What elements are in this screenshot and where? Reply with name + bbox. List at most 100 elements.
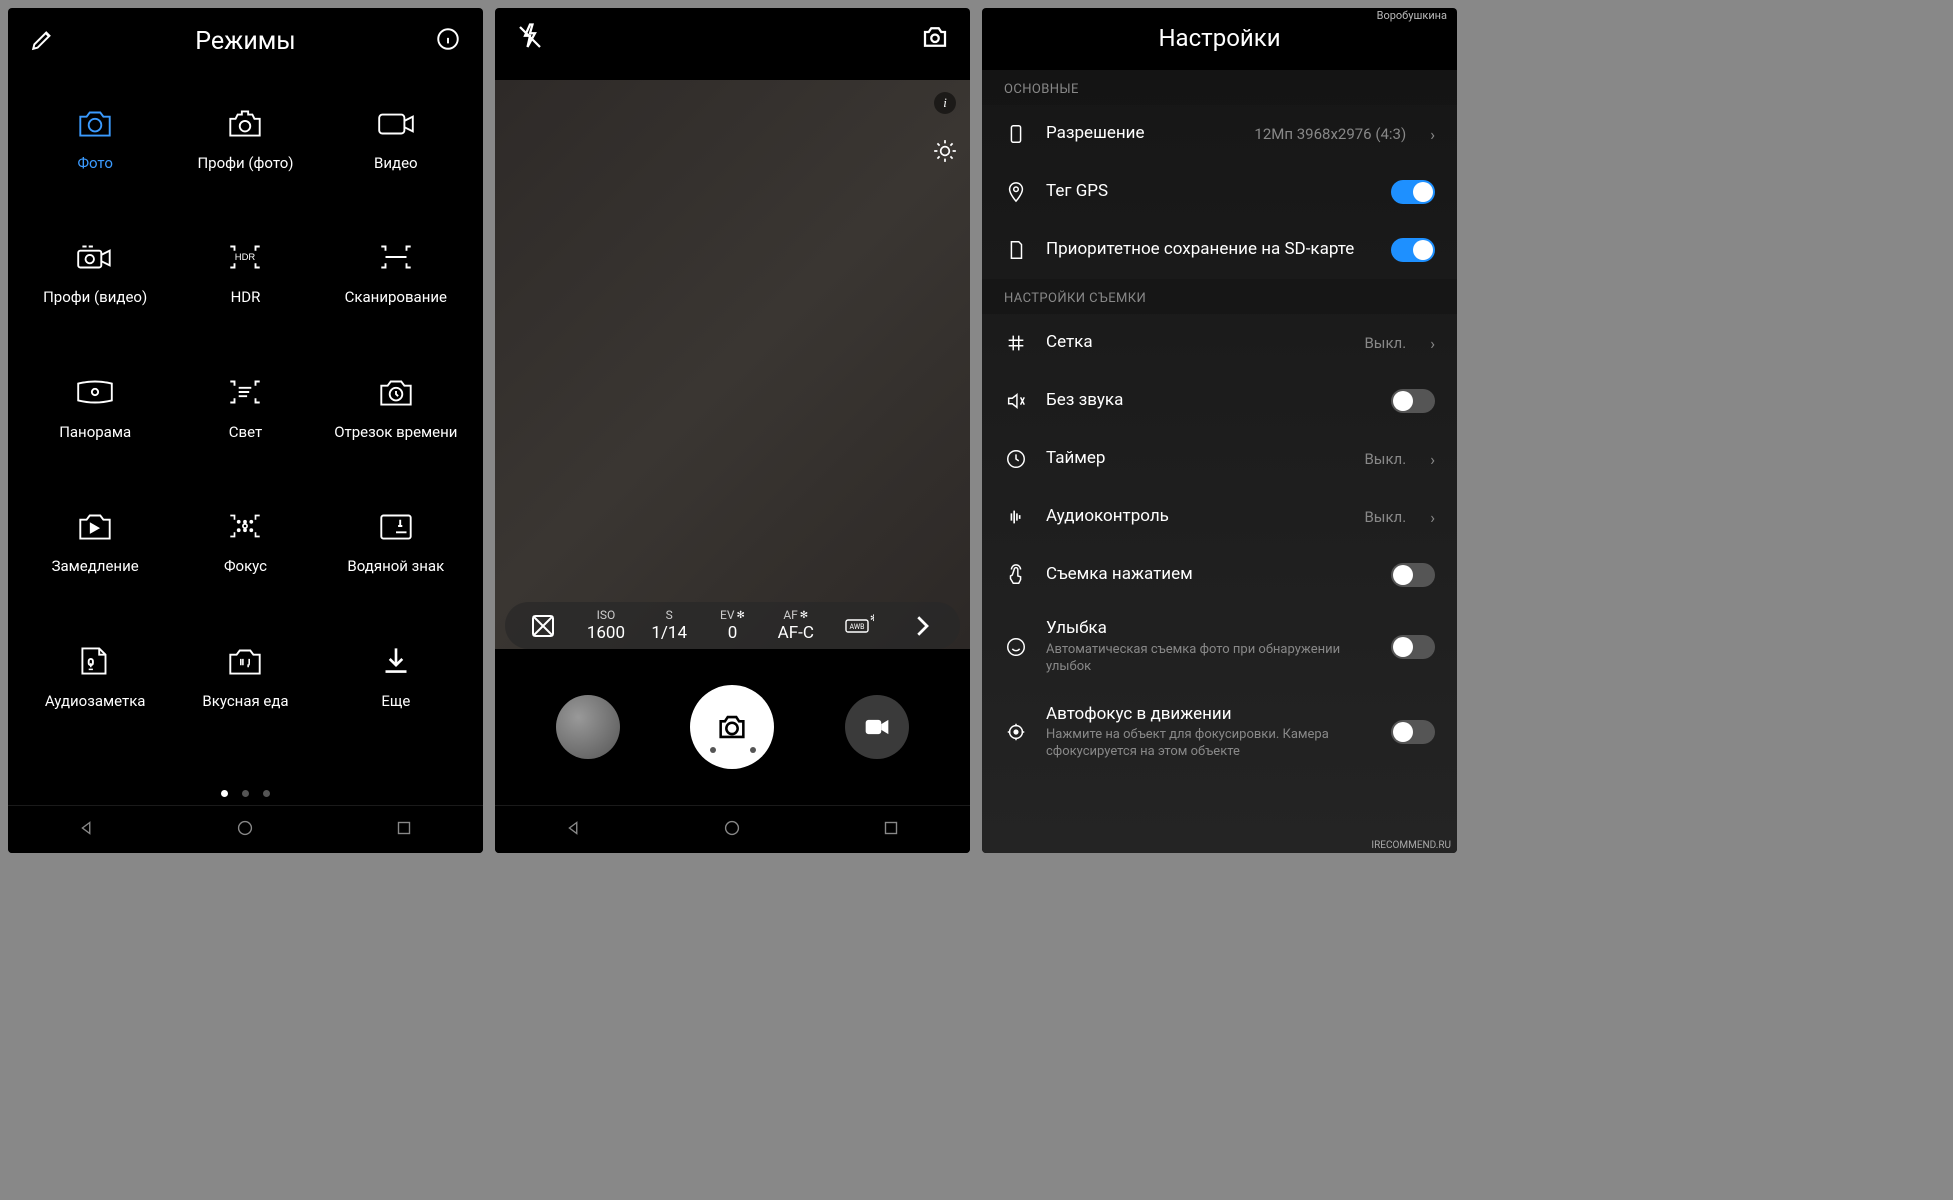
audionote-icon: [74, 642, 116, 680]
mode-pro-video[interactable]: Профи (видео): [24, 236, 166, 352]
watermark-top: Воробушкина: [1373, 8, 1451, 23]
mode-light[interactable]: Свет: [174, 371, 316, 487]
row-gps[interactable]: Тег GPS: [982, 163, 1457, 221]
video-button[interactable]: [845, 695, 909, 759]
nav-home-icon[interactable]: [234, 817, 256, 843]
camera-icon: [74, 104, 116, 142]
row-audio[interactable]: Аудиоконтроль Выкл.›: [982, 488, 1457, 546]
resolution-icon: [1004, 123, 1028, 145]
camera-screen: i ISO1600 S1/14 EV✻0 AF✻AF-C AWB✻ Профи …: [495, 8, 970, 853]
panorama-icon: [74, 373, 116, 411]
settings-screen: Воробушкина Настройки ОСНОВНЫЕ Разрешени…: [982, 8, 1457, 853]
modes-screen: Режимы Фото Профи (фото) Видео Профи (ви…: [8, 8, 483, 853]
mode-timelapse[interactable]: Отрезок времени: [325, 371, 467, 487]
hdr-icon: HDR: [224, 238, 266, 276]
flash-off-icon[interactable]: [515, 22, 545, 56]
video-icon: [375, 104, 417, 142]
mode-scan[interactable]: Сканирование: [325, 236, 467, 352]
mode-pro-photo[interactable]: Профи (фото): [174, 102, 316, 218]
info-badge[interactable]: i: [934, 92, 956, 114]
navbar: [8, 805, 483, 853]
mode-focus[interactable]: Фокус: [174, 505, 316, 621]
chevron-right-icon: ›: [1430, 125, 1435, 144]
section-main: ОСНОВНЫЕ: [982, 70, 1457, 105]
mode-video[interactable]: Видео: [325, 102, 467, 218]
row-sd[interactable]: Приоритетное сохранение на SD-карте: [982, 221, 1457, 279]
sd-icon: [1004, 239, 1028, 261]
mute-icon: [1004, 390, 1028, 412]
toggle-gps[interactable]: [1391, 180, 1435, 204]
switch-camera-icon[interactable]: [920, 22, 950, 56]
pro-iso[interactable]: ISO1600: [578, 608, 633, 643]
download-icon: [375, 642, 417, 680]
row-silent[interactable]: Без звука: [982, 372, 1457, 430]
timelapse-icon: [375, 373, 417, 411]
pro-video-icon: [74, 238, 116, 276]
row-tap[interactable]: Съемка нажатием: [982, 546, 1457, 604]
nav-recent-icon[interactable]: [393, 817, 415, 843]
toggle-tap[interactable]: [1391, 563, 1435, 587]
row-timer[interactable]: Таймер Выкл.›: [982, 430, 1457, 488]
tap-icon: [1004, 564, 1028, 586]
mode-hdr[interactable]: HDRHDR: [174, 236, 316, 352]
modes-title: Режимы: [56, 27, 435, 56]
edit-icon[interactable]: [30, 26, 56, 56]
info-icon[interactable]: [435, 26, 461, 56]
pro-more[interactable]: [895, 611, 950, 641]
pro-controls: ISO1600 S1/14 EV✻0 AF✻AF-C AWB✻: [505, 602, 960, 649]
toggle-smile[interactable]: [1391, 635, 1435, 659]
pro-ev[interactable]: EV✻0: [705, 608, 760, 643]
gallery-thumb[interactable]: [556, 695, 620, 759]
pro-shutter[interactable]: S1/14: [642, 608, 697, 643]
grid-icon: [1004, 332, 1028, 354]
mode-watermark[interactable]: Водяной знак: [325, 505, 467, 621]
toggle-sd[interactable]: [1391, 238, 1435, 262]
nav-back-icon[interactable]: [563, 817, 585, 843]
section-shoot: НАСТРОЙКИ СЪЕМКИ: [982, 279, 1457, 314]
mode-audionote[interactable]: Аудиозаметка: [24, 640, 166, 756]
watermark-bottom: IRECOMMEND.RU: [1371, 840, 1451, 851]
row-smile[interactable]: УлыбкаАвтоматическая съемка фото при обн…: [982, 604, 1457, 690]
settings-list[interactable]: ОСНОВНЫЕ Разрешение 12Мп 3968x2976 (4:3)…: [982, 70, 1457, 853]
camera-topbar: [495, 8, 970, 70]
mode-slowmo[interactable]: Замедление: [24, 505, 166, 621]
svg-text:✻: ✻: [870, 614, 874, 624]
location-icon: [1004, 181, 1028, 203]
nav-home-icon[interactable]: [721, 817, 743, 843]
row-grid[interactable]: Сетка Выкл.›: [982, 314, 1457, 372]
audio-icon: [1004, 506, 1028, 528]
meter-mode[interactable]: [515, 611, 570, 641]
food-icon: [224, 642, 266, 680]
scan-icon: [375, 238, 417, 276]
pro-af[interactable]: AF✻AF-C: [768, 608, 823, 643]
nav-recent-icon[interactable]: [880, 817, 902, 843]
page-dots: [8, 784, 483, 805]
chevron-right-icon: ›: [1430, 334, 1435, 353]
toggle-silent[interactable]: [1391, 389, 1435, 413]
svg-text:HDR: HDR: [235, 253, 256, 264]
chevron-right-icon: ›: [1430, 450, 1435, 469]
camera-bottombar: [495, 649, 970, 805]
nav-back-icon[interactable]: [76, 817, 98, 843]
row-autofocus[interactable]: Автофокус в движенииНажмите на объект дл…: [982, 690, 1457, 776]
camera-dots: [710, 747, 756, 753]
mode-panorama[interactable]: Панорама: [24, 371, 166, 487]
viewfinder[interactable]: i ISO1600 S1/14 EV✻0 AF✻AF-C AWB✻ Профи …: [495, 80, 970, 649]
smile-icon: [1004, 636, 1028, 658]
modes-header: Режимы: [8, 8, 483, 74]
pro-awb[interactable]: AWB✻: [831, 611, 886, 641]
brightness-icon[interactable]: [932, 138, 958, 168]
mode-food[interactable]: Вкусная еда: [174, 640, 316, 756]
navbar: [495, 805, 970, 853]
toggle-autofocus[interactable]: [1391, 720, 1435, 744]
light-icon: [224, 373, 266, 411]
clock-icon: [1004, 448, 1028, 470]
shutter-button[interactable]: [690, 685, 774, 769]
modes-grid: Фото Профи (фото) Видео Профи (видео) HD…: [8, 74, 483, 784]
slowmo-icon: [74, 507, 116, 545]
focus-icon: [224, 507, 266, 545]
mode-more[interactable]: Еще: [325, 640, 467, 756]
mode-photo[interactable]: Фото: [24, 102, 166, 218]
row-resolution[interactable]: Разрешение 12Мп 3968x2976 (4:3)›: [982, 105, 1457, 163]
pro-camera-icon: [224, 104, 266, 142]
